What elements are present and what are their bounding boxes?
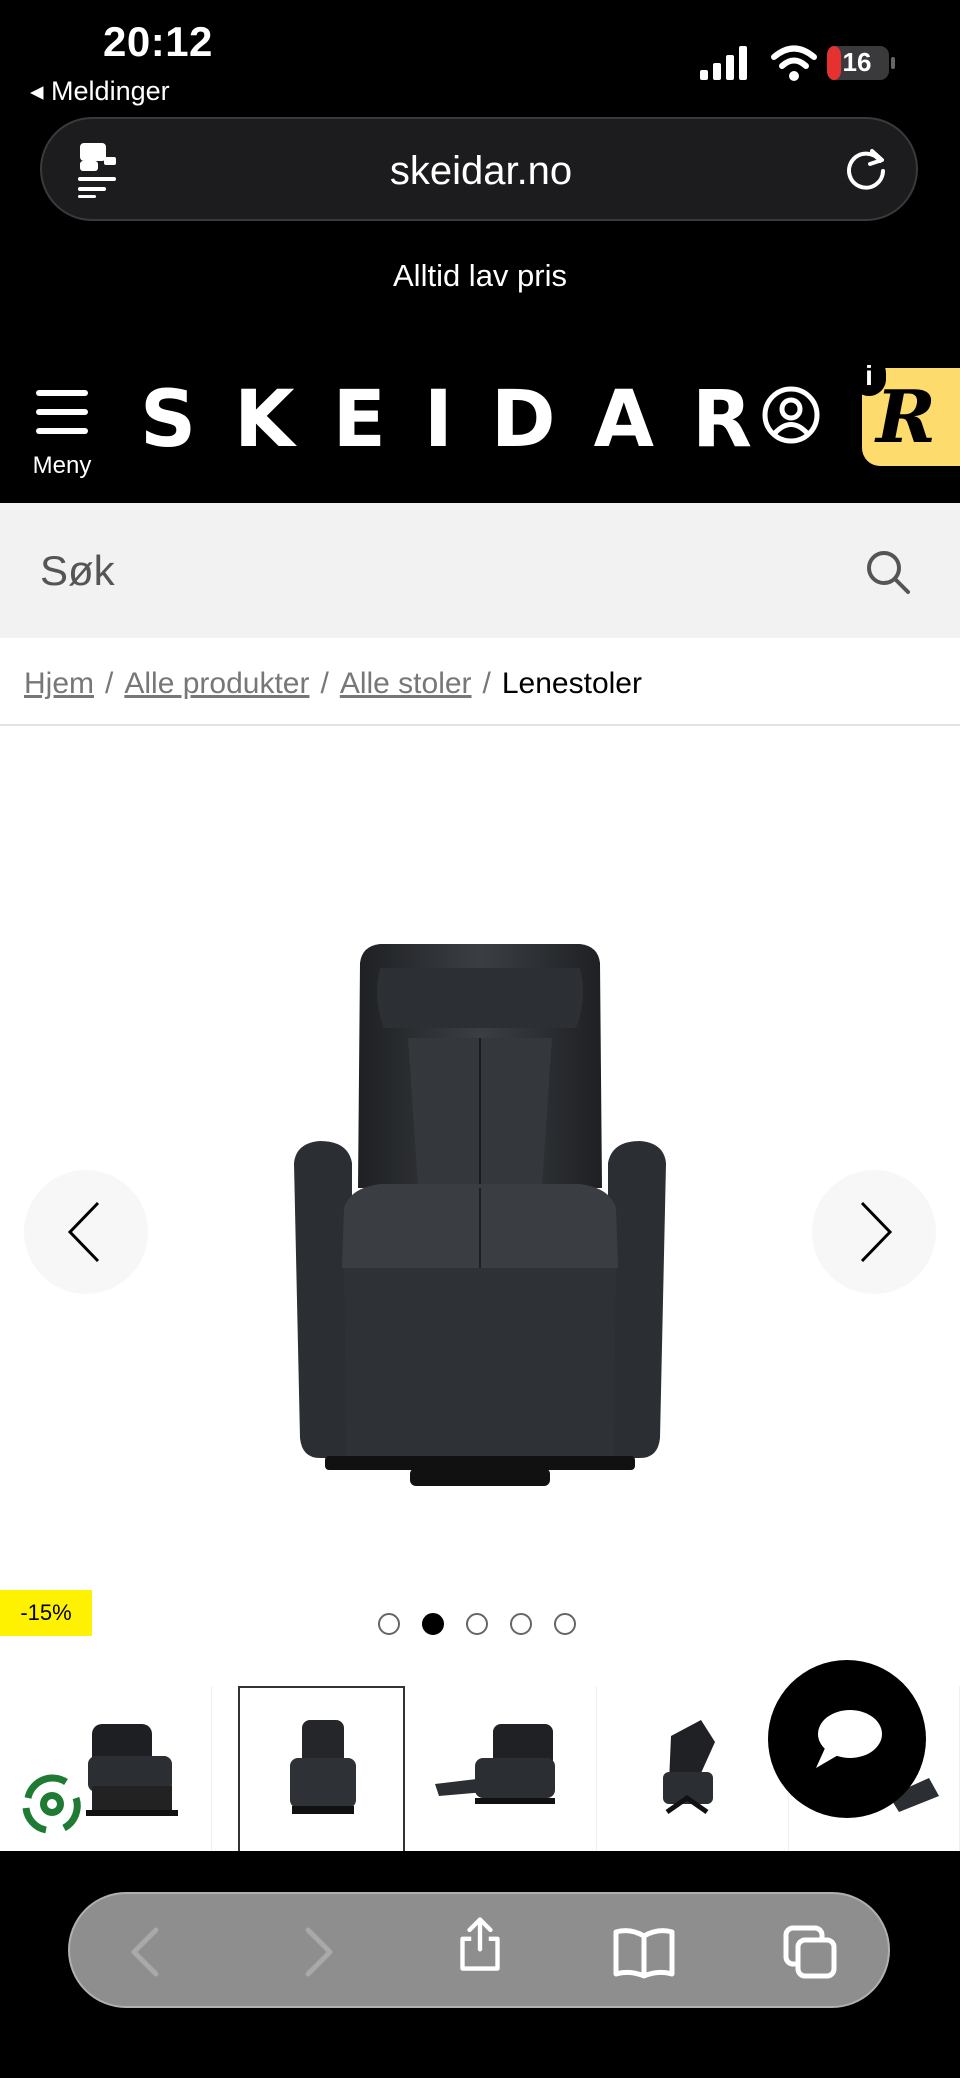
- forward-icon[interactable]: [288, 1924, 344, 1980]
- search-input[interactable]: [40, 543, 820, 599]
- chevron-left-icon: [67, 1201, 100, 1263]
- promo-banner: Alltid lav pris: [393, 258, 567, 293]
- back-icon[interactable]: [120, 1924, 176, 1980]
- skeidar-logo[interactable]: SKEIDAR: [140, 375, 752, 465]
- rewards-logo: R: [876, 374, 936, 459]
- battery-level: 16: [842, 47, 872, 77]
- bookmarks-icon[interactable]: [612, 1924, 676, 1980]
- url-text[interactable]: skeidar.no: [42, 149, 920, 194]
- thumbnail-selected[interactable]: [238, 1686, 405, 1851]
- thumbnail[interactable]: [405, 1686, 597, 1851]
- chat-icon: [816, 1710, 882, 1768]
- account-icon[interactable]: [762, 386, 820, 444]
- reload-icon[interactable]: [842, 145, 890, 193]
- search-icon[interactable]: [864, 548, 912, 596]
- address-bar[interactable]: skeidar.no: [40, 117, 918, 221]
- carousel-dot-active[interactable]: [422, 1613, 444, 1635]
- product-image[interactable]: [280, 938, 680, 1498]
- carousel-dot[interactable]: [510, 1613, 532, 1635]
- previous-image-button[interactable]: [24, 1170, 148, 1294]
- menu-button[interactable]: Meny: [26, 386, 98, 482]
- discount-badge: -15%: [0, 1590, 92, 1636]
- thumbnail[interactable]: [597, 1686, 789, 1851]
- thumbnail-image: [435, 1724, 555, 1804]
- breadcrumb-all-chairs[interactable]: Alle stoler: [340, 667, 472, 700]
- carousel-dot[interactable]: [466, 1613, 488, 1635]
- status-bar: 20:12 ◂ Meldinger 16: [0, 0, 960, 115]
- thumbnail-image: [663, 1720, 715, 1815]
- breadcrumb-all-products[interactable]: Alle produkter: [124, 667, 309, 700]
- clock: 20:12: [103, 18, 213, 65]
- recycle-icon[interactable]: [16, 1768, 88, 1840]
- next-image-button[interactable]: [812, 1170, 936, 1294]
- rewards-info-badge[interactable]: i: [852, 356, 886, 396]
- signal-icon: [700, 46, 747, 80]
- menu-label: Meny: [32, 452, 92, 479]
- carousel-dots: [378, 1613, 584, 1641]
- breadcrumb-separator: /: [105, 667, 114, 700]
- thumbnail-image: [290, 1720, 356, 1814]
- breadcrumb-home[interactable]: Hjem: [24, 667, 94, 700]
- breadcrumb-current: Lenestoler: [501, 667, 642, 700]
- breadcrumb-separator: /: [482, 667, 491, 700]
- divider: [0, 724, 960, 726]
- breadcrumb-separator: /: [320, 667, 329, 700]
- breadcrumb: Hjem / Alle produkter / Alle stoler / Lenestol…: [24, 667, 642, 701]
- tabs-icon[interactable]: [782, 1924, 838, 1980]
- wifi-icon: [771, 45, 817, 81]
- chevron-right-icon: [860, 1201, 893, 1263]
- carousel-dot[interactable]: [554, 1613, 576, 1635]
- search-bar: [0, 503, 960, 638]
- carousel-dot[interactable]: [378, 1613, 400, 1635]
- back-to-app-link[interactable]: ◂ Meldinger: [30, 76, 170, 107]
- menu-icon: [36, 390, 88, 434]
- product-page: Hjem / Alle produkter / Alle stoler / Lenestol…: [0, 638, 960, 1851]
- browser-toolbar: [68, 1892, 890, 2008]
- chat-button[interactable]: [768, 1660, 926, 1818]
- share-icon[interactable]: [452, 1916, 508, 1972]
